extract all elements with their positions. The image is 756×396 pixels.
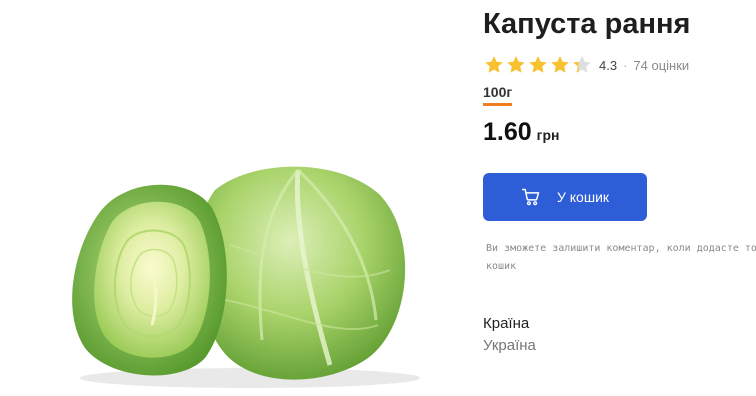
- product-title: Капуста рання: [483, 8, 691, 40]
- price: 1.60 грн: [483, 118, 560, 147]
- rating-stars: [483, 54, 593, 76]
- star-icon: [551, 56, 569, 73]
- star-icon: [529, 56, 547, 73]
- product-info: Капуста рання 4.3 · 74 оцінки 100г 1.60 …: [483, 0, 756, 391]
- cabbage-image: [72, 166, 420, 388]
- price-currency: грн: [536, 127, 560, 143]
- weight-option[interactable]: 100г: [483, 84, 513, 106]
- price-value: 1.60: [483, 118, 532, 146]
- product-image: [40, 150, 440, 391]
- star-icon: [507, 56, 525, 73]
- shopping-cart-icon: [521, 188, 540, 206]
- star-icon: [485, 56, 503, 73]
- star-icon: [573, 56, 591, 73]
- rating-value: 4.3: [599, 57, 618, 73]
- rating-separator: ·: [623, 57, 628, 73]
- country-value: Україна: [483, 337, 536, 354]
- add-to-cart-label: У кошик: [556, 189, 610, 205]
- comment-note: Ви зможете залишити коментар, коли додас…: [486, 243, 756, 272]
- add-to-cart-button[interactable]: У кошик: [483, 173, 647, 221]
- rating-count[interactable]: 74 оцінки: [633, 58, 689, 73]
- rating[interactable]: 4.3 · 74 оцінки: [483, 53, 689, 77]
- country-label: Країна: [483, 315, 530, 332]
